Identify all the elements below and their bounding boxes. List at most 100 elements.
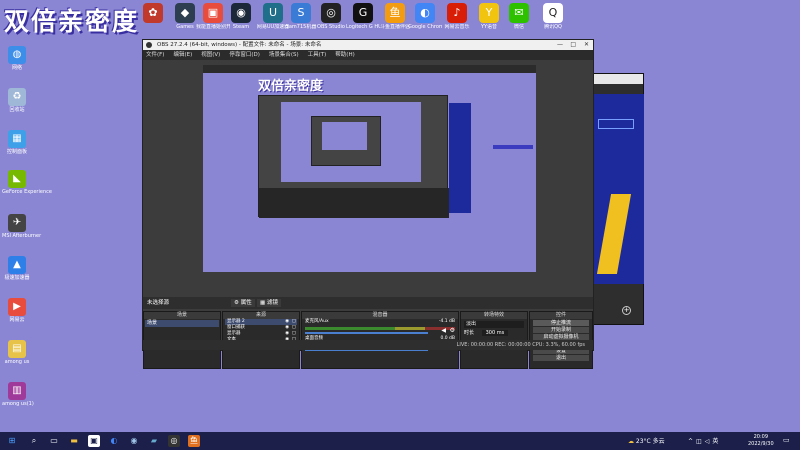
desktop-icon-control-panel[interactable]: ▦ 控制面板: [2, 130, 32, 155]
desktop-icon-ghub[interactable]: GLogitech G HUB: [346, 3, 380, 30]
obs-window-title: OBS 27.2.4 (64-bit, windows) - 配置文件: 未命名…: [157, 42, 322, 48]
filters-button[interactable]: ▦ 滤镜: [257, 299, 281, 307]
obs-preview-canvas[interactable]: 双倍亲密度: [203, 65, 536, 272]
control-button[interactable]: 停止推流: [533, 320, 589, 326]
store-icon[interactable]: ▣: [88, 435, 100, 447]
secondary-window[interactable]: +: [587, 73, 644, 325]
duration-label: 时长: [464, 330, 475, 336]
gear-icon[interactable]: ⚙: [450, 327, 455, 334]
filters-label: 滤镜: [266, 300, 278, 306]
menu-item[interactable]: 工具(T): [308, 52, 327, 58]
control-button[interactable]: 开始录制: [533, 327, 589, 333]
tray-network-icon[interactable]: ◫: [696, 438, 705, 445]
obs-window[interactable]: OBS 27.2.4 (64-bit, windows) - 配置文件: 未命名…: [142, 39, 594, 369]
desktop-icon-geforce[interactable]: ◣ GeForce Experience: [2, 170, 52, 195]
menu-item[interactable]: 视图(V): [201, 52, 220, 58]
source-label: 显示器 2: [227, 319, 245, 324]
tray-icons[interactable]: ^◫◁英: [688, 436, 721, 445]
close-icon[interactable]: ✕: [584, 40, 589, 50]
obs-logo-icon: [146, 42, 152, 48]
nested-canvas-2: [322, 122, 367, 150]
control-button[interactable]: 退出: [533, 355, 589, 361]
maximize-icon[interactable]: □: [570, 40, 576, 50]
obs-menubar: 文件(F) 编辑(E) 视图(V) 停靠窗口(D) 场景集合(S) 工具(T) 帮助(H): [143, 50, 593, 60]
sam-icon: S: [291, 3, 311, 23]
scene-item[interactable]: 场景: [145, 320, 219, 327]
secondary-window-titlebar[interactable]: [588, 74, 643, 84]
search-icon[interactable]: ⌕: [28, 435, 40, 447]
menu-item[interactable]: 编辑(E): [173, 52, 192, 58]
desktop-icon-label: among us: [4, 359, 30, 365]
minimize-icon[interactable]: —: [557, 40, 563, 50]
tray-chevron-icon[interactable]: ^: [688, 438, 696, 445]
mixer-track: 麦克风/Aux -4.1 dB ◀ ⚙: [302, 319, 458, 334]
desktop-icon-netease-music[interactable]: ♪ 网易云音乐: [440, 3, 474, 30]
secondary-preview: [594, 94, 644, 284]
desktop-icon-sam[interactable]: S Sam715机器: [284, 3, 318, 30]
duration-input[interactable]: 300 ms: [481, 330, 509, 336]
desktop-icon-accelerator[interactable]: ▲ 极速加速器: [2, 256, 32, 281]
desktop-icon-yy[interactable]: Y YY语音: [472, 3, 506, 30]
menu-item[interactable]: 场景集合(S): [269, 52, 299, 58]
nested-side-window: [449, 103, 471, 213]
desktop-icon-msi[interactable]: ✈ MSI Afterburner: [2, 214, 41, 239]
accelerator-icon: ▲: [8, 256, 26, 274]
fan-icon: ✿: [143, 3, 163, 23]
volume-slider[interactable]: [305, 332, 428, 334]
taskbar-chrome-icon[interactable]: ◐: [108, 435, 120, 447]
network-icon: ◍: [8, 46, 26, 64]
desktop-icon-fan[interactable]: ✿: [136, 3, 170, 24]
speaker-icon[interactable]: ◀: [441, 327, 446, 334]
desktop-icon-qq[interactable]: Q 腾讯QQ: [536, 3, 570, 30]
notification-icon[interactable]: ▭: [783, 436, 790, 444]
windows-start-icon[interactable]: ⊞: [6, 435, 18, 447]
taskbar-obs-icon[interactable]: ◎: [168, 435, 180, 447]
desktop-icon-netease-cloud[interactable]: ▶ 网易云: [2, 298, 32, 323]
netease-music-icon: ♪: [447, 3, 467, 23]
taskbar-app-icon[interactable]: ▰: [148, 435, 160, 447]
desktop-icon-obs[interactable]: ◎ OBS Studio: [314, 3, 348, 30]
menu-item[interactable]: 文件(F): [146, 52, 164, 58]
taskbar: ⊞ ⌕ ▭ ▬ ▣ ◐ ◉ ▰ ◎ 鱼 ☁ 23°C 多云 ^◫◁英 20:09…: [0, 432, 800, 450]
taskbar-steam-icon[interactable]: ◉: [128, 435, 140, 447]
task-view-icon[interactable]: ▭: [48, 435, 60, 447]
desktop-icon-network[interactable]: ◍ 网络: [2, 46, 32, 71]
transition-select[interactable]: 淡出: [464, 321, 524, 328]
desktop-icon-douyu[interactable]: 鱼斗鱼直播伴侣: [378, 3, 412, 30]
clock[interactable]: 20:09 2022/9/30: [748, 434, 774, 448]
obs-preview-area[interactable]: 双倍亲密度: [143, 60, 593, 296]
mixer-track-db: -4.1 dB: [438, 319, 455, 324]
desktop-icon-wechat[interactable]: ✉ 微信: [502, 3, 536, 30]
desktop-icon-label: 网易云音乐: [444, 24, 470, 30]
mixer-header: 混音器: [302, 312, 458, 319]
netease-cloud-icon: ▶: [8, 298, 26, 316]
clock-date: 2022/9/30: [748, 441, 774, 447]
taskbar-douyu-icon[interactable]: 鱼: [188, 435, 200, 447]
desktop-icon-chrome[interactable]: ◐Google Chrome: [408, 3, 442, 30]
obs-statusbar: LIVE: 00:00:00 REC: 00:00:00 CPU: 3.3%, …: [143, 340, 593, 350]
desktop-icon-steam[interactable]: ◉ Steam: [224, 3, 258, 30]
nested-strip: [493, 145, 533, 149]
menu-item[interactable]: 帮助(H): [335, 52, 354, 58]
ghub-icon: G: [353, 3, 373, 23]
weather-text: 23°C 多云: [635, 438, 665, 445]
add-icon[interactable]: +: [622, 306, 631, 315]
properties-button[interactable]: ⚙ 属性: [231, 299, 255, 307]
audio-meter: [305, 327, 455, 330]
menu-item[interactable]: 停靠窗口(D): [229, 52, 260, 58]
scenes-header: 场景: [144, 312, 220, 319]
desktop-icon-label: Logitech G HUB: [346, 24, 380, 30]
file-explorer-icon[interactable]: ▬: [68, 435, 80, 447]
desktop-icon-label: Google Chrome: [408, 24, 442, 30]
desktop-icon-label: GeForce Experience: [2, 189, 52, 195]
msi-icon: ✈: [8, 214, 26, 232]
desktop-icon-label: among us(1): [2, 401, 34, 407]
tray-ime-icon[interactable]: 英: [712, 438, 721, 445]
weather-widget[interactable]: ☁ 23°C 多云: [628, 436, 665, 445]
obs-titlebar[interactable]: OBS 27.2.4 (64-bit, windows) - 配置文件: 未命名…: [143, 40, 593, 50]
desktop-icon-recycle-bin[interactable]: ♻ 回收站: [2, 88, 32, 113]
desktop-icon-file[interactable]: ▤ among us: [2, 340, 32, 365]
geforce-icon: ◣: [8, 170, 26, 188]
desktop-icon-label: 回收站: [9, 107, 25, 113]
desktop-icon-winrar[interactable]: ▥ among us(1): [2, 382, 34, 407]
